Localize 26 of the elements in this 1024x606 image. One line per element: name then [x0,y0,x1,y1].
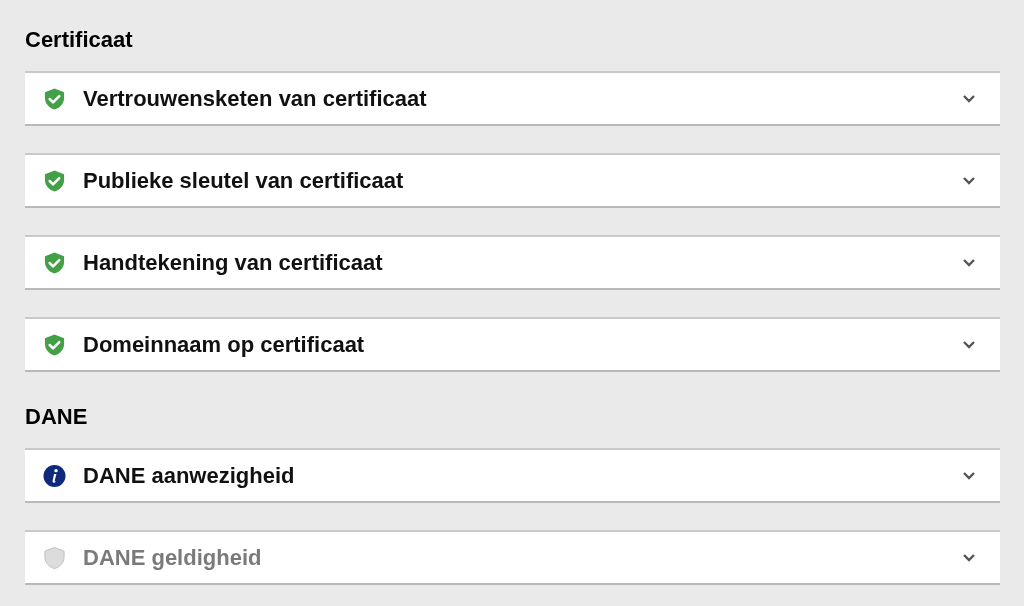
test-result-row[interactable]: DANE aanwezigheid [25,448,1000,503]
shield-check-icon [43,86,66,111]
test-result-row[interactable]: Handtekening van certificaat [25,235,1000,290]
chevron-down-icon[interactable] [963,94,975,103]
shield-check-icon [43,168,66,193]
row-label: DANE aanwezigheid [83,462,296,489]
row-label: Vertrouwensketen van certificaat [83,85,428,112]
chevron-down-icon[interactable] [963,340,975,349]
row-label: Publieke sleutel van certificaat [83,167,405,194]
row-label: DANE geldigheid [83,544,263,571]
row-label: Domeinnaam op certificaat [83,331,366,358]
section-heading: DANE [25,403,88,431]
shield-check-icon [43,332,66,357]
chevron-down-icon[interactable] [963,176,975,185]
test-result-row[interactable]: Publieke sleutel van certificaat [25,153,1000,208]
shield-icon [43,545,66,570]
test-result-row[interactable]: Domeinnaam op certificaat [25,317,1000,372]
chevron-down-icon[interactable] [963,471,975,480]
test-result-row[interactable]: DANE geldigheid [25,530,1000,585]
chevron-down-icon[interactable] [963,258,975,267]
info-icon [43,463,66,488]
row-label: Handtekening van certificaat [83,249,384,276]
test-result-row[interactable]: Vertrouwensketen van certificaat [25,71,1000,126]
chevron-down-icon[interactable] [963,553,975,562]
shield-check-icon [43,250,66,275]
section-heading: Certificaat [25,26,133,54]
